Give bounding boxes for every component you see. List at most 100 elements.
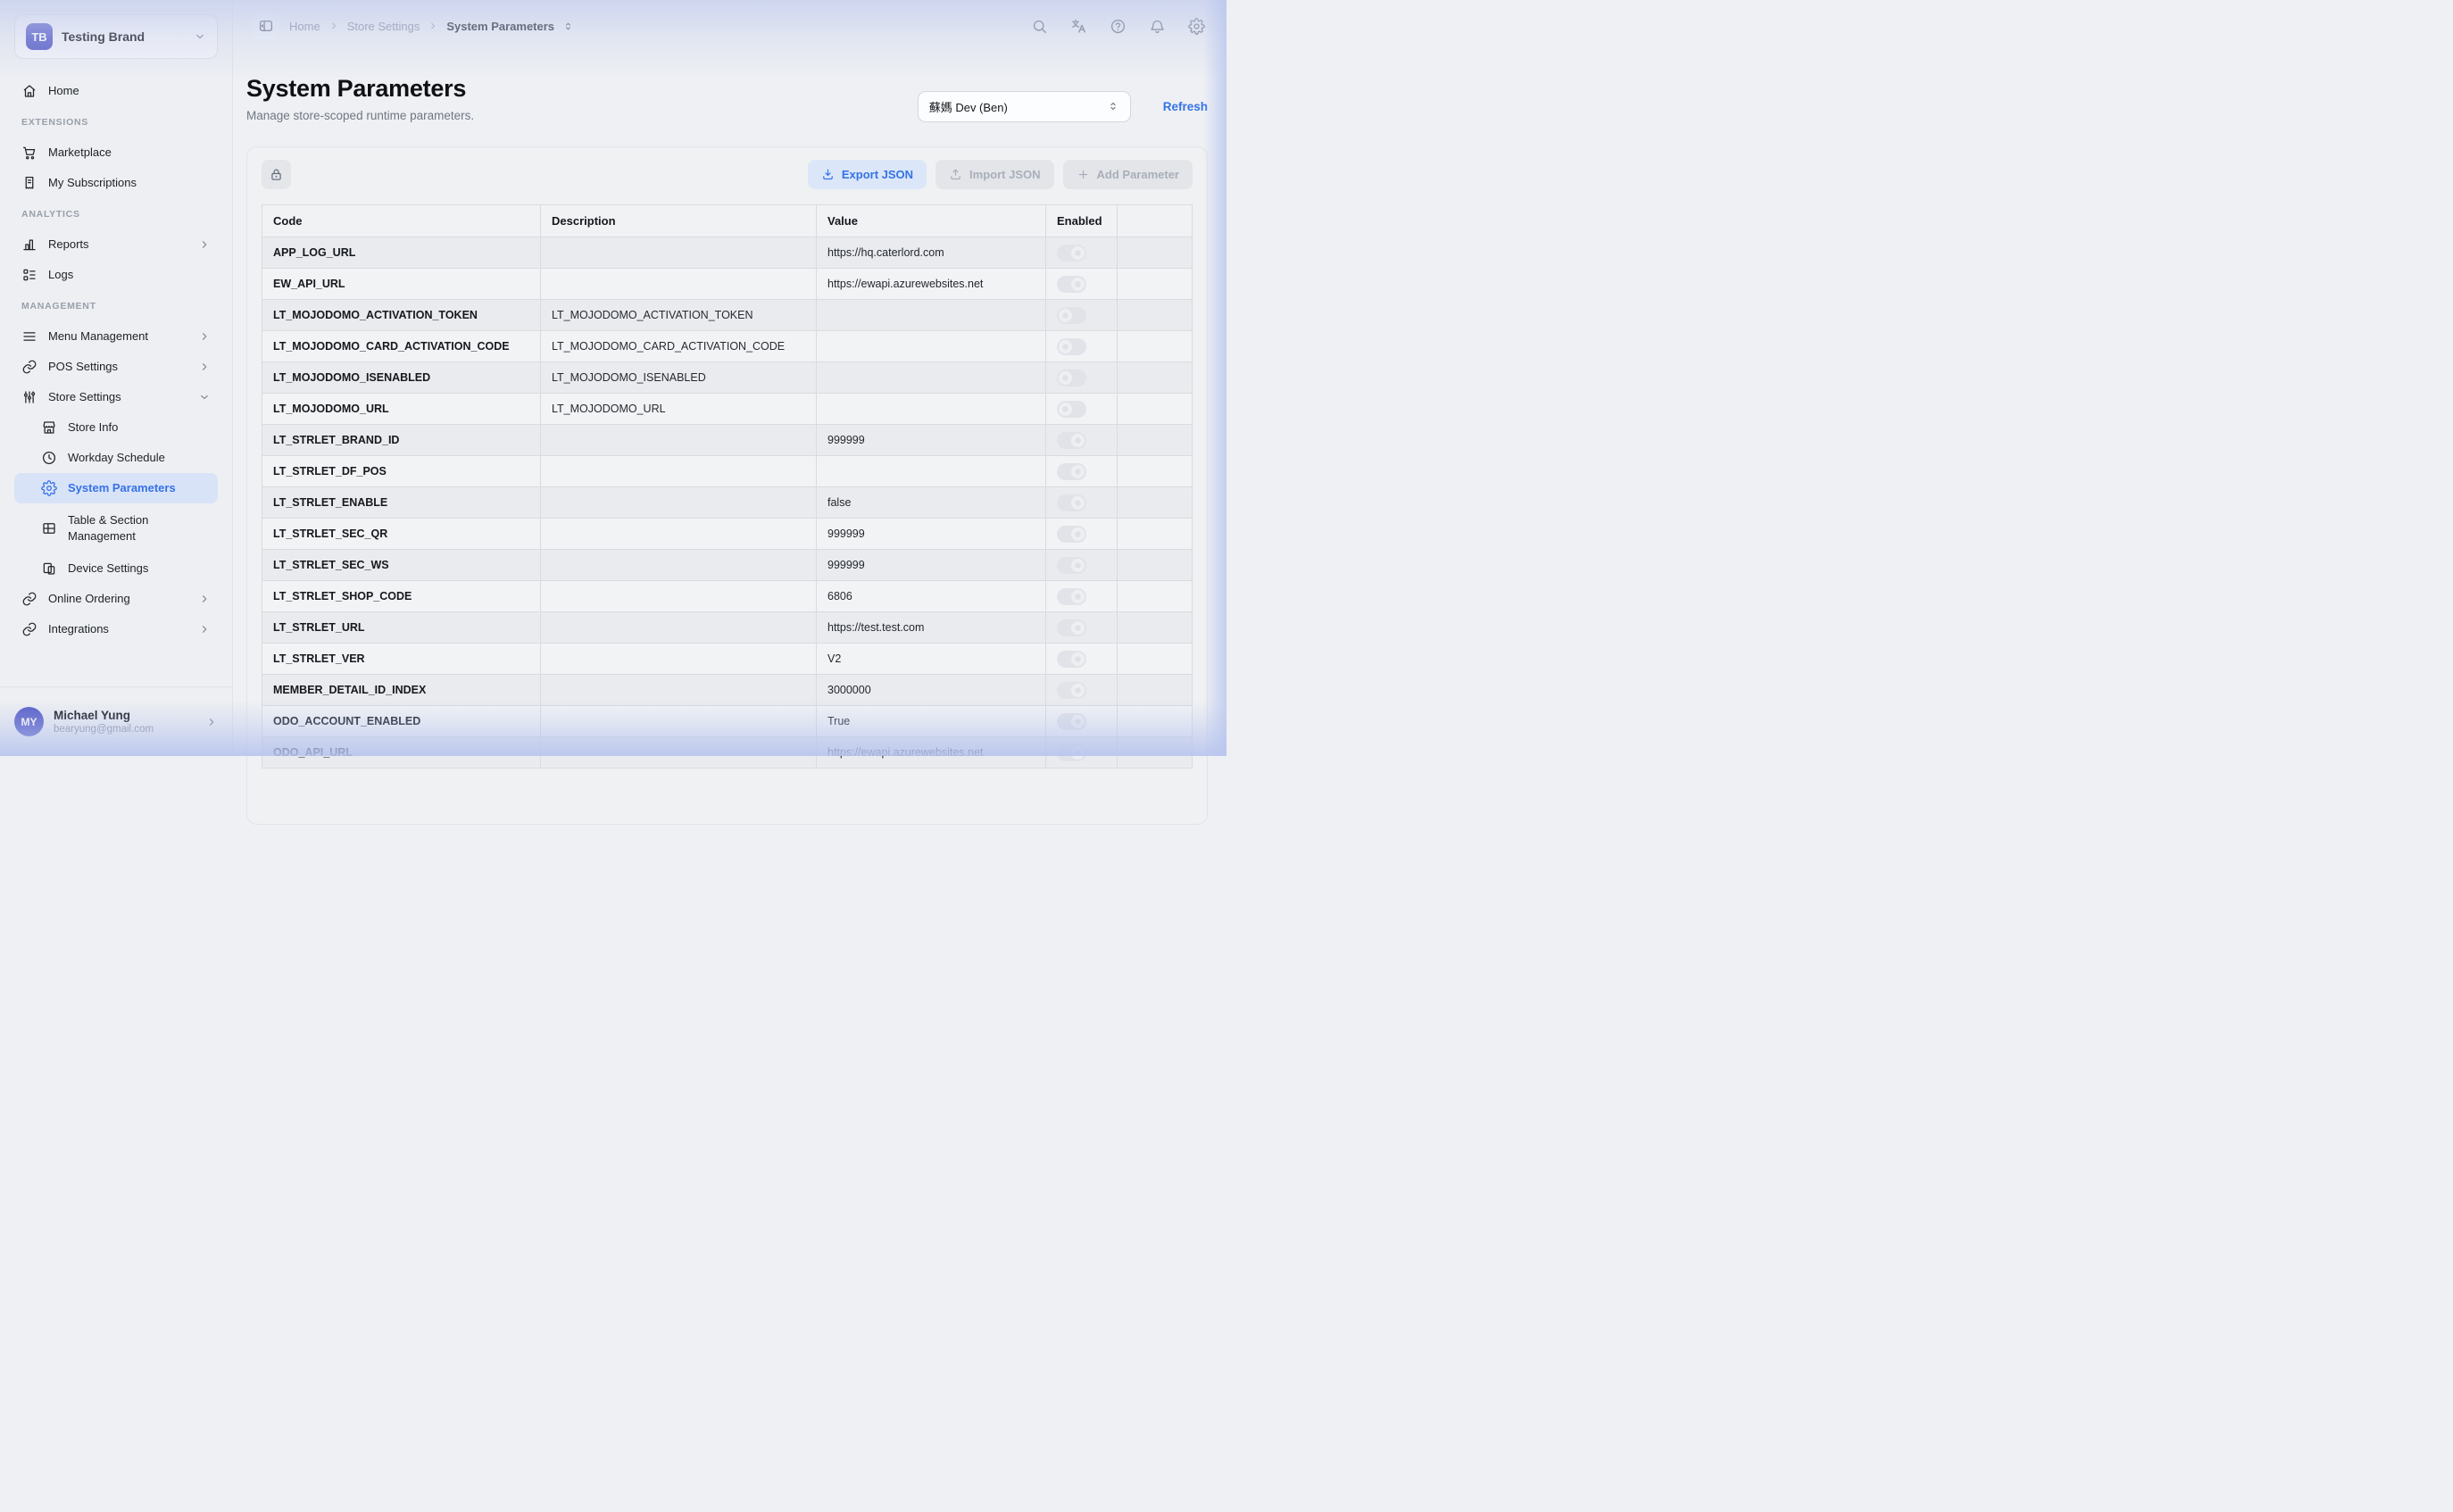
toggle-knob bbox=[1071, 559, 1085, 572]
enabled-toggle[interactable] bbox=[1057, 744, 1086, 761]
cell-enabled bbox=[1046, 519, 1118, 549]
enabled-toggle[interactable] bbox=[1057, 682, 1086, 699]
download-icon bbox=[821, 168, 835, 181]
enabled-toggle[interactable] bbox=[1057, 370, 1086, 386]
column-header-description: Description bbox=[541, 205, 817, 237]
cell-description bbox=[541, 612, 817, 643]
sidebar-item-device-settings[interactable]: Device Settings bbox=[14, 553, 218, 584]
enabled-toggle[interactable] bbox=[1057, 494, 1086, 511]
lock-button[interactable] bbox=[262, 160, 291, 189]
cell-enabled bbox=[1046, 394, 1118, 424]
sidebar-item-pos-settings[interactable]: POS Settings bbox=[14, 352, 218, 382]
page-subtitle: Manage store-scoped runtime parameters. bbox=[246, 109, 474, 122]
breadcrumb-home[interactable]: Home bbox=[289, 20, 320, 33]
sidebar-item-home[interactable]: Home bbox=[14, 76, 218, 106]
sidebar-item-store-settings[interactable]: Store Settings bbox=[14, 382, 218, 412]
sidebar-item-logs[interactable]: Logs bbox=[14, 260, 218, 290]
cell-code: LT_MOJODOMO_ACTIVATION_TOKEN bbox=[262, 300, 541, 330]
refresh-button[interactable]: Refresh bbox=[1163, 100, 1208, 113]
toggle-knob bbox=[1059, 340, 1072, 353]
cell-actions bbox=[1118, 237, 1192, 268]
sidebar-item-reports[interactable]: Reports bbox=[14, 229, 218, 260]
import-json-button[interactable]: Import JSON bbox=[935, 160, 1053, 189]
sidebar-item-table-section-management[interactable]: Table & Section Management bbox=[14, 503, 218, 553]
user-meta: Michael Yung bearyung@gmail.com bbox=[54, 709, 195, 735]
column-header-value: Value bbox=[817, 205, 1046, 237]
enabled-toggle[interactable] bbox=[1057, 245, 1086, 262]
cell-description bbox=[541, 581, 817, 611]
enabled-toggle[interactable] bbox=[1057, 619, 1086, 636]
user-menu[interactable]: MY Michael Yung bearyung@gmail.com bbox=[0, 686, 232, 756]
sidebar-nav: Home EXTENSIONS Marketplace My Subscript… bbox=[0, 59, 232, 686]
cell-actions bbox=[1118, 300, 1192, 330]
cell-value: 999999 bbox=[817, 425, 1046, 455]
cell-enabled bbox=[1046, 581, 1118, 611]
help-icon[interactable] bbox=[1110, 18, 1127, 35]
breadcrumb: Home Store Settings System Parameters bbox=[289, 20, 574, 33]
cell-enabled bbox=[1046, 237, 1118, 268]
breadcrumb-current: System Parameters bbox=[446, 20, 554, 33]
cell-description bbox=[541, 237, 817, 268]
table-row: ODO_ACCOUNT_ENABLEDTrue bbox=[262, 705, 1192, 736]
cell-description bbox=[541, 706, 817, 736]
toggle-knob bbox=[1071, 465, 1085, 478]
receipt-icon bbox=[21, 175, 37, 191]
sidebar-item-workday-schedule[interactable]: Workday Schedule bbox=[14, 443, 218, 473]
add-parameter-button[interactable]: Add Parameter bbox=[1063, 160, 1193, 189]
brand-selector[interactable]: TB Testing Brand bbox=[14, 14, 218, 59]
search-icon[interactable] bbox=[1031, 18, 1048, 35]
cell-enabled bbox=[1046, 487, 1118, 518]
breadcrumb-store-settings[interactable]: Store Settings bbox=[347, 20, 420, 33]
enabled-toggle[interactable] bbox=[1057, 463, 1086, 480]
sidebar-item-label: POS Settings bbox=[48, 359, 187, 375]
enabled-toggle[interactable] bbox=[1057, 651, 1086, 668]
cell-actions bbox=[1118, 269, 1192, 299]
sidebar-item-system-parameters[interactable]: System Parameters bbox=[14, 473, 218, 503]
cell-actions bbox=[1118, 550, 1192, 580]
topbar-actions bbox=[1031, 18, 1206, 35]
translate-icon[interactable] bbox=[1070, 18, 1087, 35]
sidebar-item-integrations[interactable]: Integrations bbox=[14, 614, 218, 644]
cell-value: false bbox=[817, 487, 1046, 518]
sidebar-item-label: Integrations bbox=[48, 621, 187, 637]
gear-icon[interactable] bbox=[1188, 18, 1205, 35]
sidebar-item-store-info[interactable]: Store Info bbox=[14, 412, 218, 443]
cell-value: V2 bbox=[817, 644, 1046, 674]
sidebar-item-label: Reports bbox=[48, 237, 187, 253]
enabled-toggle[interactable] bbox=[1057, 526, 1086, 543]
sidebar-item-marketplace[interactable]: Marketplace bbox=[14, 137, 218, 168]
sidebar-item-online-ordering[interactable]: Online Ordering bbox=[14, 584, 218, 614]
table-row: LT_STRLET_SEC_QR999999 bbox=[262, 518, 1192, 549]
cell-actions bbox=[1118, 612, 1192, 643]
table-row: LT_STRLET_SEC_WS999999 bbox=[262, 549, 1192, 580]
enabled-toggle[interactable] bbox=[1057, 713, 1086, 730]
enabled-toggle[interactable] bbox=[1057, 307, 1086, 324]
sidebar-item-my-subscriptions[interactable]: My Subscriptions bbox=[14, 168, 218, 198]
enabled-toggle[interactable] bbox=[1057, 432, 1086, 449]
logs-list-icon bbox=[21, 267, 37, 283]
chevron-right-icon bbox=[198, 330, 211, 343]
enabled-toggle[interactable] bbox=[1057, 338, 1086, 355]
cell-description bbox=[541, 269, 817, 299]
gear-icon bbox=[41, 480, 57, 496]
sidebar-toggle-button[interactable] bbox=[253, 12, 279, 39]
sidebar-item-menu-management[interactable]: Menu Management bbox=[14, 321, 218, 352]
enabled-toggle[interactable] bbox=[1057, 557, 1086, 574]
cell-value: 6806 bbox=[817, 581, 1046, 611]
column-header-actions bbox=[1118, 205, 1192, 237]
export-json-button[interactable]: Export JSON bbox=[808, 160, 927, 189]
toggle-knob bbox=[1071, 715, 1085, 728]
section-label-analytics: ANALYTICS bbox=[21, 209, 218, 220]
sidebar-item-label: System Parameters bbox=[68, 480, 211, 496]
enabled-toggle[interactable] bbox=[1057, 588, 1086, 605]
bell-icon[interactable] bbox=[1149, 18, 1166, 35]
store-selector[interactable]: 蘇媽 Dev (Ben) bbox=[918, 91, 1131, 122]
toggle-knob bbox=[1071, 278, 1085, 291]
toggle-knob bbox=[1071, 621, 1085, 635]
chevron-right-icon bbox=[198, 593, 211, 605]
breadcrumb-selector-icon[interactable] bbox=[562, 21, 574, 32]
chevron-right-icon bbox=[198, 361, 211, 373]
enabled-toggle[interactable] bbox=[1057, 276, 1086, 293]
cell-actions bbox=[1118, 519, 1192, 549]
enabled-toggle[interactable] bbox=[1057, 401, 1086, 418]
